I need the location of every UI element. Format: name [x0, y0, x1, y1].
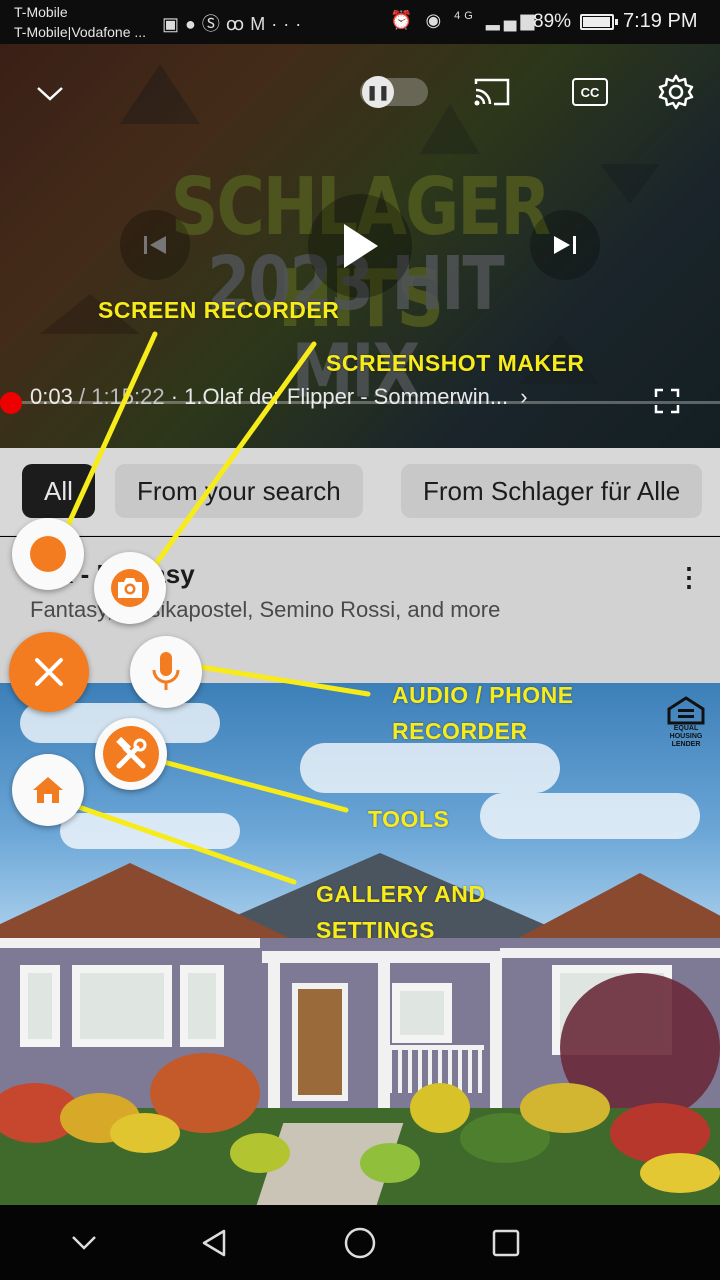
back-icon: [202, 1229, 226, 1257]
previous-button[interactable]: [120, 210, 190, 280]
eye-icon: ◉: [425, 10, 446, 30]
time-display: 0:03 / 1:15:22 · 1.Olaf der Flipper - So…: [30, 384, 528, 410]
home-circle-icon: [344, 1227, 376, 1259]
close-overlay-button[interactable]: [9, 632, 89, 712]
clock: 7:19 PM: [623, 10, 698, 32]
chat-icon: ●: [185, 14, 202, 34]
label-gallery-and: GALLERY AND: [316, 881, 486, 907]
status-bar: T-Mobile T-Mobile|Vodafone ... ▣●ⓈꝏM··· …: [0, 0, 720, 44]
screen-recorder-button[interactable]: [12, 518, 84, 590]
chevron-down-icon: [72, 1236, 96, 1250]
gear-icon: [658, 74, 694, 110]
play-button[interactable]: [308, 194, 412, 298]
4g-signal-icon: 4G: [454, 10, 477, 22]
progress-track[interactable]: [0, 401, 720, 404]
signal-icon: ▂▄▆: [485, 10, 539, 30]
carrier-secondary: T-Mobile|Vodafone ...: [14, 24, 147, 40]
system-icons: ⏰ ◉ 4G ▂▄▆: [390, 10, 538, 31]
label-screen-recorder: SCREEN RECORDER: [98, 297, 340, 323]
skip-next-icon: [554, 236, 576, 254]
skype-icon: Ⓢ: [201, 14, 226, 34]
duration: 1:15:22: [91, 384, 165, 409]
settings-button[interactable]: [654, 70, 698, 114]
more-options-icon[interactable]: ⋮: [674, 557, 704, 597]
hide-keyboard-button[interactable]: [62, 1223, 106, 1263]
cast-icon: [474, 78, 510, 106]
equal-housing-icon: [667, 696, 705, 725]
label-audio-recorder: RECORDER: [392, 718, 528, 744]
battery-icon: [580, 14, 618, 30]
pause-icon: ❚❚: [362, 76, 394, 108]
label-audio-phone: AUDIO / PHONE: [392, 682, 574, 708]
gmail-icon: M: [250, 14, 272, 34]
scrubber-handle[interactable]: [0, 392, 22, 414]
autoplay-toggle[interactable]: ❚❚: [360, 76, 428, 108]
chip-all[interactable]: All: [22, 464, 95, 518]
chevron-down-icon: [37, 87, 63, 101]
microphone-icon: [152, 652, 180, 690]
navigation-bar: [0, 1205, 720, 1280]
camera-icon: [111, 569, 149, 607]
notification-icons: ▣●ⓈꝏM···: [162, 10, 307, 36]
home-button[interactable]: [338, 1223, 382, 1263]
filter-chips: All From your search From Schlager für A…: [0, 448, 720, 536]
tools-button[interactable]: [95, 718, 167, 790]
equal-housing-text: EQUAL HOUSING LENDER: [669, 725, 703, 748]
chapter-chevron-icon[interactable]: ›: [520, 384, 527, 409]
cast-button[interactable]: [470, 72, 514, 112]
recents-button[interactable]: [484, 1223, 528, 1263]
recents-icon: [492, 1229, 520, 1257]
home-icon: [33, 777, 63, 803]
record-icon: [30, 536, 66, 572]
gallery-settings-button[interactable]: [12, 754, 84, 826]
screenshot-button[interactable]: [94, 552, 166, 624]
voicemail-icon: ꝏ: [225, 14, 251, 34]
more-icon: ···: [271, 14, 308, 34]
video-player[interactable]: SCHLAGER HITS 2023 HIT MIX ❚❚ CC 0:03 /: [0, 44, 720, 448]
close-icon: [35, 658, 63, 686]
play-icon: [344, 224, 378, 268]
battery-percent: 89%: [533, 11, 572, 32]
next-button[interactable]: [530, 210, 600, 280]
label-tools: TOOLS: [368, 806, 450, 832]
tools-icon: [103, 726, 159, 782]
collapse-button[interactable]: [30, 74, 70, 114]
image-icon: ▣: [162, 14, 186, 34]
carrier-primary: T-Mobile: [14, 4, 68, 20]
time-separator: /: [78, 384, 86, 409]
audio-recorder-button[interactable]: [130, 636, 202, 708]
chip-from-your-search[interactable]: From your search: [115, 464, 363, 518]
captions-button[interactable]: CC: [568, 72, 612, 112]
alarm-icon: ⏰: [390, 10, 417, 30]
cc-icon: CC: [572, 78, 608, 106]
label-settings: SETTINGS: [316, 917, 436, 943]
back-button[interactable]: [192, 1223, 236, 1263]
equal-housing-logo: EQUAL HOUSING LENDER: [658, 695, 714, 751]
current-time: 0:03: [30, 384, 73, 409]
chapter-title[interactable]: · 1.Olaf der Flipper - Sommerwin...: [171, 384, 508, 409]
label-screenshot-maker: SCREENSHOT MAKER: [326, 350, 585, 376]
chip-from-schlager[interactable]: From Schlager für Alle: [401, 464, 703, 518]
skip-previous-icon: [144, 236, 166, 254]
